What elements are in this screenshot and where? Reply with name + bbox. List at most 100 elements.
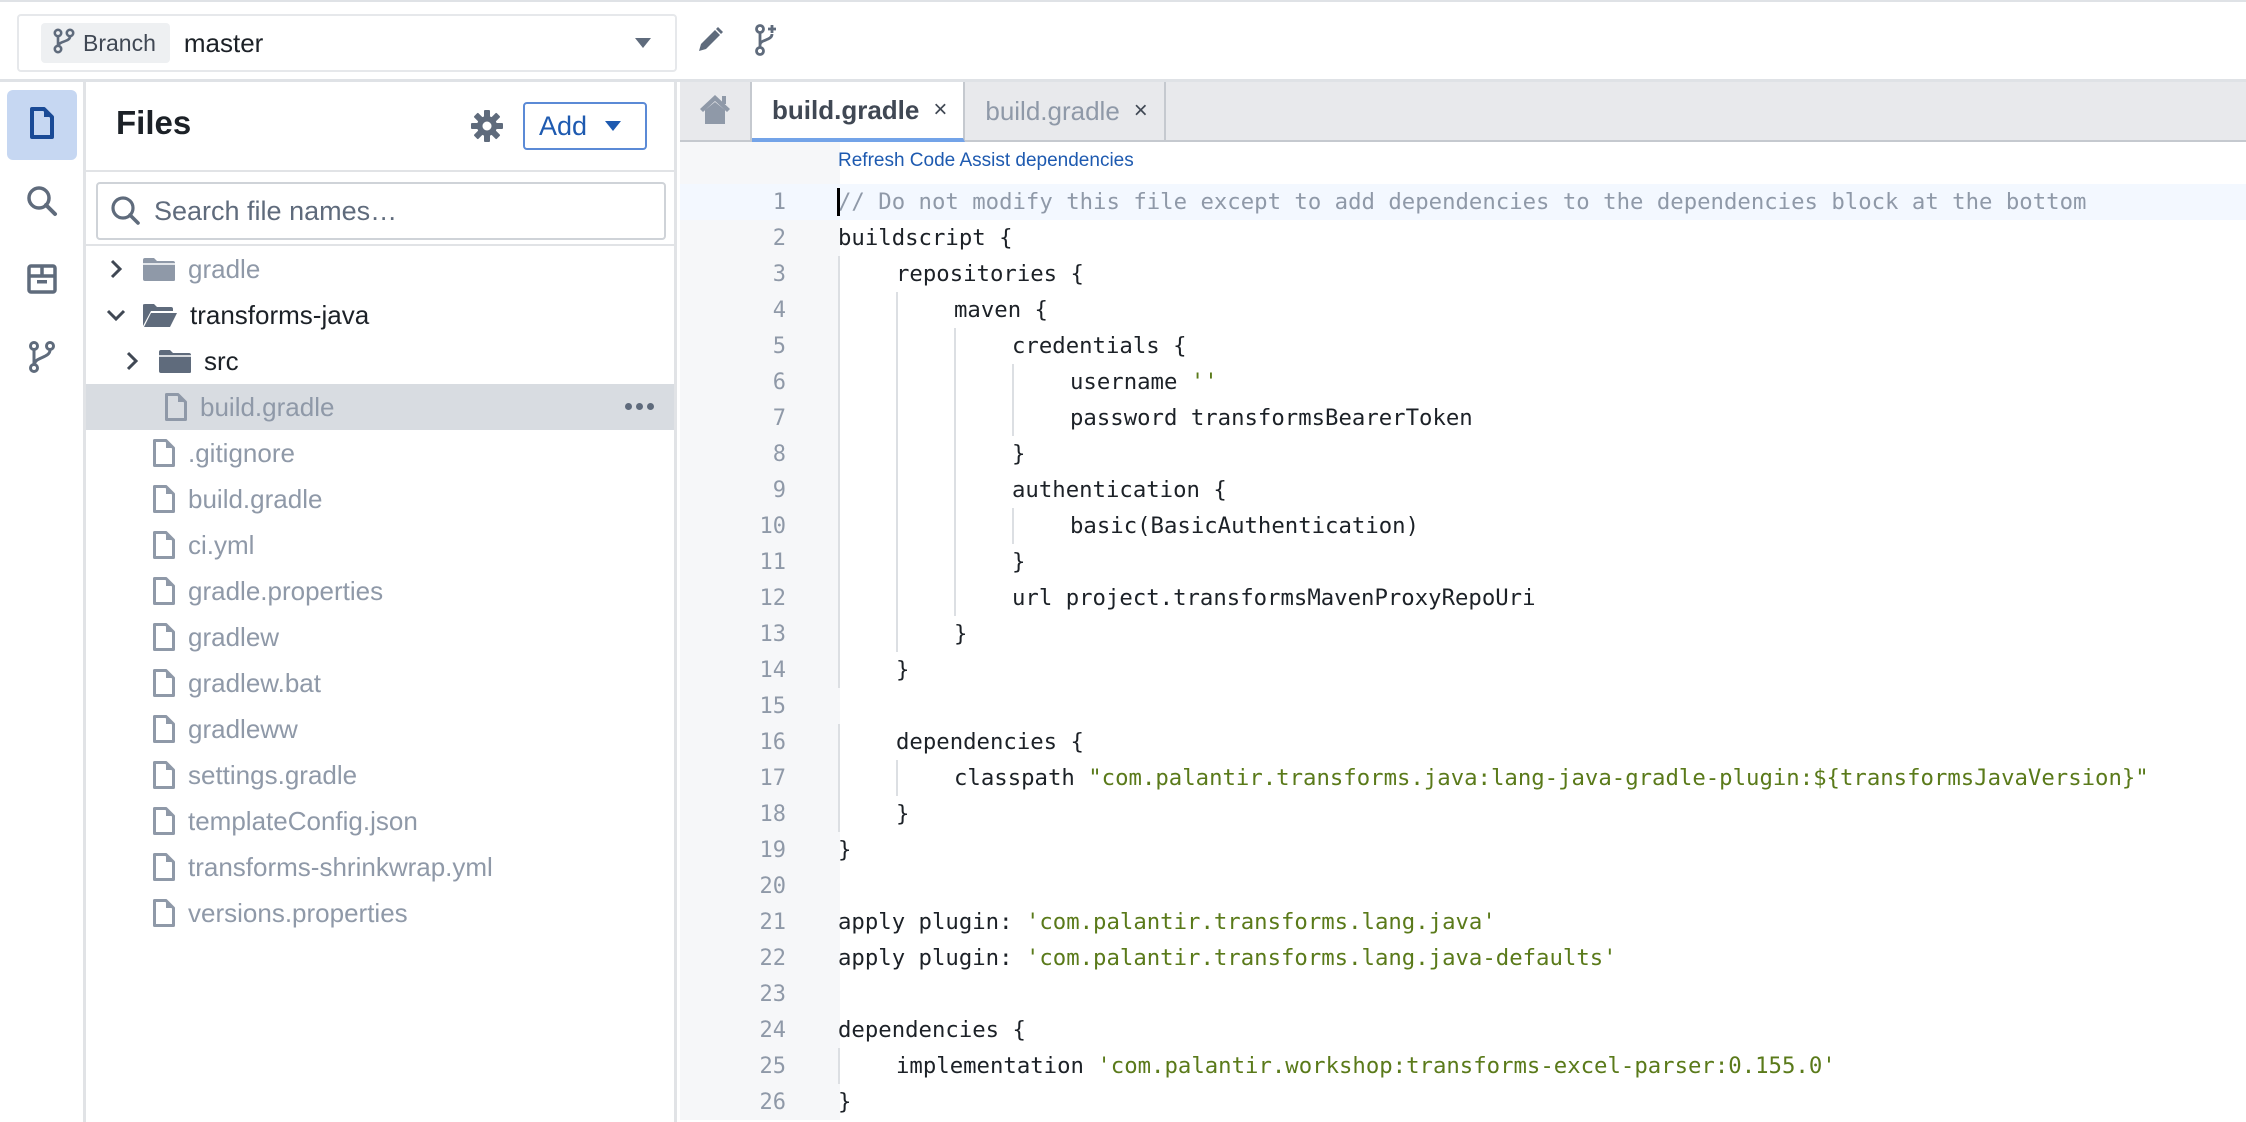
line-number: 4 bbox=[772, 297, 786, 323]
tab-build-gradle[interactable]: build.gradle × bbox=[965, 82, 1166, 140]
tree-folder-row[interactable]: gradle bbox=[86, 246, 674, 292]
code-token: apply plugin: bbox=[838, 909, 1026, 935]
more-options-icon[interactable] bbox=[625, 403, 654, 410]
tree-folder-row[interactable]: transforms-java bbox=[86, 292, 674, 338]
code-text: apply plugin: 'com.palantir.transforms.l… bbox=[838, 945, 1617, 971]
tree-file-row[interactable]: versions.properties bbox=[86, 890, 674, 936]
file-icon bbox=[152, 760, 176, 790]
tree-file-row[interactable]: templateConfig.json bbox=[86, 798, 674, 844]
tab-build-gradle-active[interactable]: build.gradle × bbox=[752, 82, 966, 142]
tree-item-name: settings.gradle bbox=[188, 759, 358, 790]
line-number: 5 bbox=[772, 333, 786, 359]
file-icon bbox=[152, 668, 176, 698]
tree-file-row[interactable]: transforms-shrinkwrap.yml bbox=[86, 844, 674, 890]
refresh-code-assist-link[interactable]: Refresh Code Assist dependencies bbox=[838, 150, 1134, 172]
file-search-input[interactable] bbox=[154, 195, 654, 227]
file-search-wrap bbox=[86, 172, 674, 246]
indent-guide bbox=[838, 256, 840, 688]
create-branch-button[interactable] bbox=[750, 23, 786, 60]
code-text: classpath "com.palantir.transforms.java:… bbox=[954, 765, 2149, 791]
tree-file-row[interactable]: build.gradle bbox=[86, 476, 674, 522]
git-branch-icon bbox=[53, 27, 75, 59]
file-icon bbox=[152, 898, 176, 928]
code-text: } bbox=[1012, 549, 1025, 575]
tree-file-row[interactable]: build.gradle bbox=[86, 384, 674, 430]
code-token: } bbox=[838, 837, 852, 863]
code-line: 20 bbox=[680, 868, 2246, 904]
code-text: authentication { bbox=[1012, 477, 1227, 503]
code-text: implementation 'com.palantir.workshop:tr… bbox=[896, 1053, 1836, 1079]
code-line: 17 classpath "com.palantir.transforms.jav… bbox=[680, 760, 2246, 796]
close-icon[interactable]: × bbox=[933, 96, 947, 124]
tree-file-row[interactable]: gradleww bbox=[86, 706, 674, 752]
activity-branches-button[interactable] bbox=[7, 324, 77, 394]
code-line: 4 maven { bbox=[680, 292, 2246, 328]
chevron-down-icon[interactable] bbox=[104, 308, 128, 322]
tree-item-name: transforms-shrinkwrap.yml bbox=[188, 851, 493, 882]
line-number: 1 bbox=[772, 189, 786, 215]
code-token: basic(BasicAuthentication) bbox=[1070, 513, 1420, 539]
files-header: Files Add bbox=[86, 82, 674, 172]
code-string: '' bbox=[1190, 369, 1218, 395]
code-text: dependencies { bbox=[896, 729, 1084, 755]
code-text: buildscript { bbox=[838, 225, 1013, 251]
file-icon bbox=[152, 806, 176, 836]
edit-branch-button[interactable] bbox=[692, 24, 728, 60]
tree-file-row[interactable]: settings.gradle bbox=[86, 752, 674, 798]
indent-guide bbox=[838, 1048, 840, 1084]
tree-file-row[interactable]: ci.yml bbox=[86, 522, 674, 568]
indent-guide bbox=[896, 760, 898, 796]
close-icon[interactable]: × bbox=[1134, 97, 1148, 125]
tree-file-row[interactable]: gradle.properties bbox=[86, 568, 674, 614]
code-string: 'com.palantir.workshop:transforms-excel-… bbox=[1097, 1053, 1836, 1079]
line-number: 12 bbox=[759, 585, 787, 611]
code-token: url project.transformsMavenProxyRepoUri bbox=[1012, 585, 1536, 611]
add-button[interactable]: Add bbox=[523, 102, 647, 150]
edit-pencil-icon bbox=[695, 25, 725, 60]
file-icon bbox=[152, 852, 176, 882]
file-icon bbox=[164, 392, 188, 422]
code-text: } bbox=[838, 1089, 851, 1115]
code-line: 15 bbox=[680, 688, 2246, 724]
code-line: 1 // Do not modify this file except to ad… bbox=[680, 184, 2246, 220]
code-token: classpath bbox=[954, 765, 1089, 791]
code-line: 11} bbox=[680, 544, 2246, 580]
branch-selector[interactable]: Branch master bbox=[17, 14, 677, 72]
activity-files-button[interactable] bbox=[7, 90, 77, 160]
top-bar: Branch master bbox=[0, 0, 2246, 82]
activity-search-button[interactable] bbox=[7, 168, 77, 238]
tree-folder-row[interactable]: src bbox=[86, 338, 674, 384]
line-number: 19 bbox=[759, 837, 787, 863]
activity-libraries-button[interactable] bbox=[7, 246, 77, 316]
tree-file-row[interactable]: gradlew.bat bbox=[86, 660, 674, 706]
indent-guide bbox=[1012, 508, 1014, 544]
file-icon bbox=[152, 484, 176, 514]
tree-file-row[interactable]: gradlew bbox=[86, 614, 674, 660]
tree-item-name: gradlew.bat bbox=[188, 667, 321, 698]
code-text: } bbox=[896, 657, 909, 683]
code-line: 18} bbox=[680, 796, 2246, 832]
settings-gear-button[interactable] bbox=[470, 109, 504, 148]
indent-guide bbox=[896, 292, 898, 652]
line-number: 23 bbox=[759, 981, 787, 1007]
code-token: password transformsBearerToken bbox=[1070, 405, 1473, 431]
tree-item-name: gradlew bbox=[188, 621, 280, 652]
code-token: } bbox=[1012, 441, 1026, 467]
chevron-right-icon[interactable] bbox=[120, 350, 144, 372]
code-text: // Do not modify this file except to add… bbox=[838, 189, 2086, 215]
activity-bar bbox=[0, 82, 86, 1122]
line-number: 17 bbox=[759, 765, 787, 791]
line-number: 3 bbox=[772, 261, 786, 287]
indent-guide bbox=[838, 724, 840, 832]
tree-file-row[interactable]: .gitignore bbox=[86, 430, 674, 476]
home-tab[interactable] bbox=[680, 82, 752, 140]
tree-item-name: gradle bbox=[188, 253, 261, 284]
chevron-right-icon[interactable] bbox=[104, 258, 128, 280]
line-number: 14 bbox=[759, 657, 787, 683]
code-token: authentication { bbox=[1012, 477, 1227, 503]
file-search-box[interactable] bbox=[96, 182, 666, 240]
search-icon bbox=[110, 195, 142, 227]
add-label: Add bbox=[539, 110, 588, 141]
gear-icon bbox=[471, 110, 503, 142]
code-area[interactable]: Refresh Code Assist dependencies 1 // Do … bbox=[680, 142, 2246, 1120]
